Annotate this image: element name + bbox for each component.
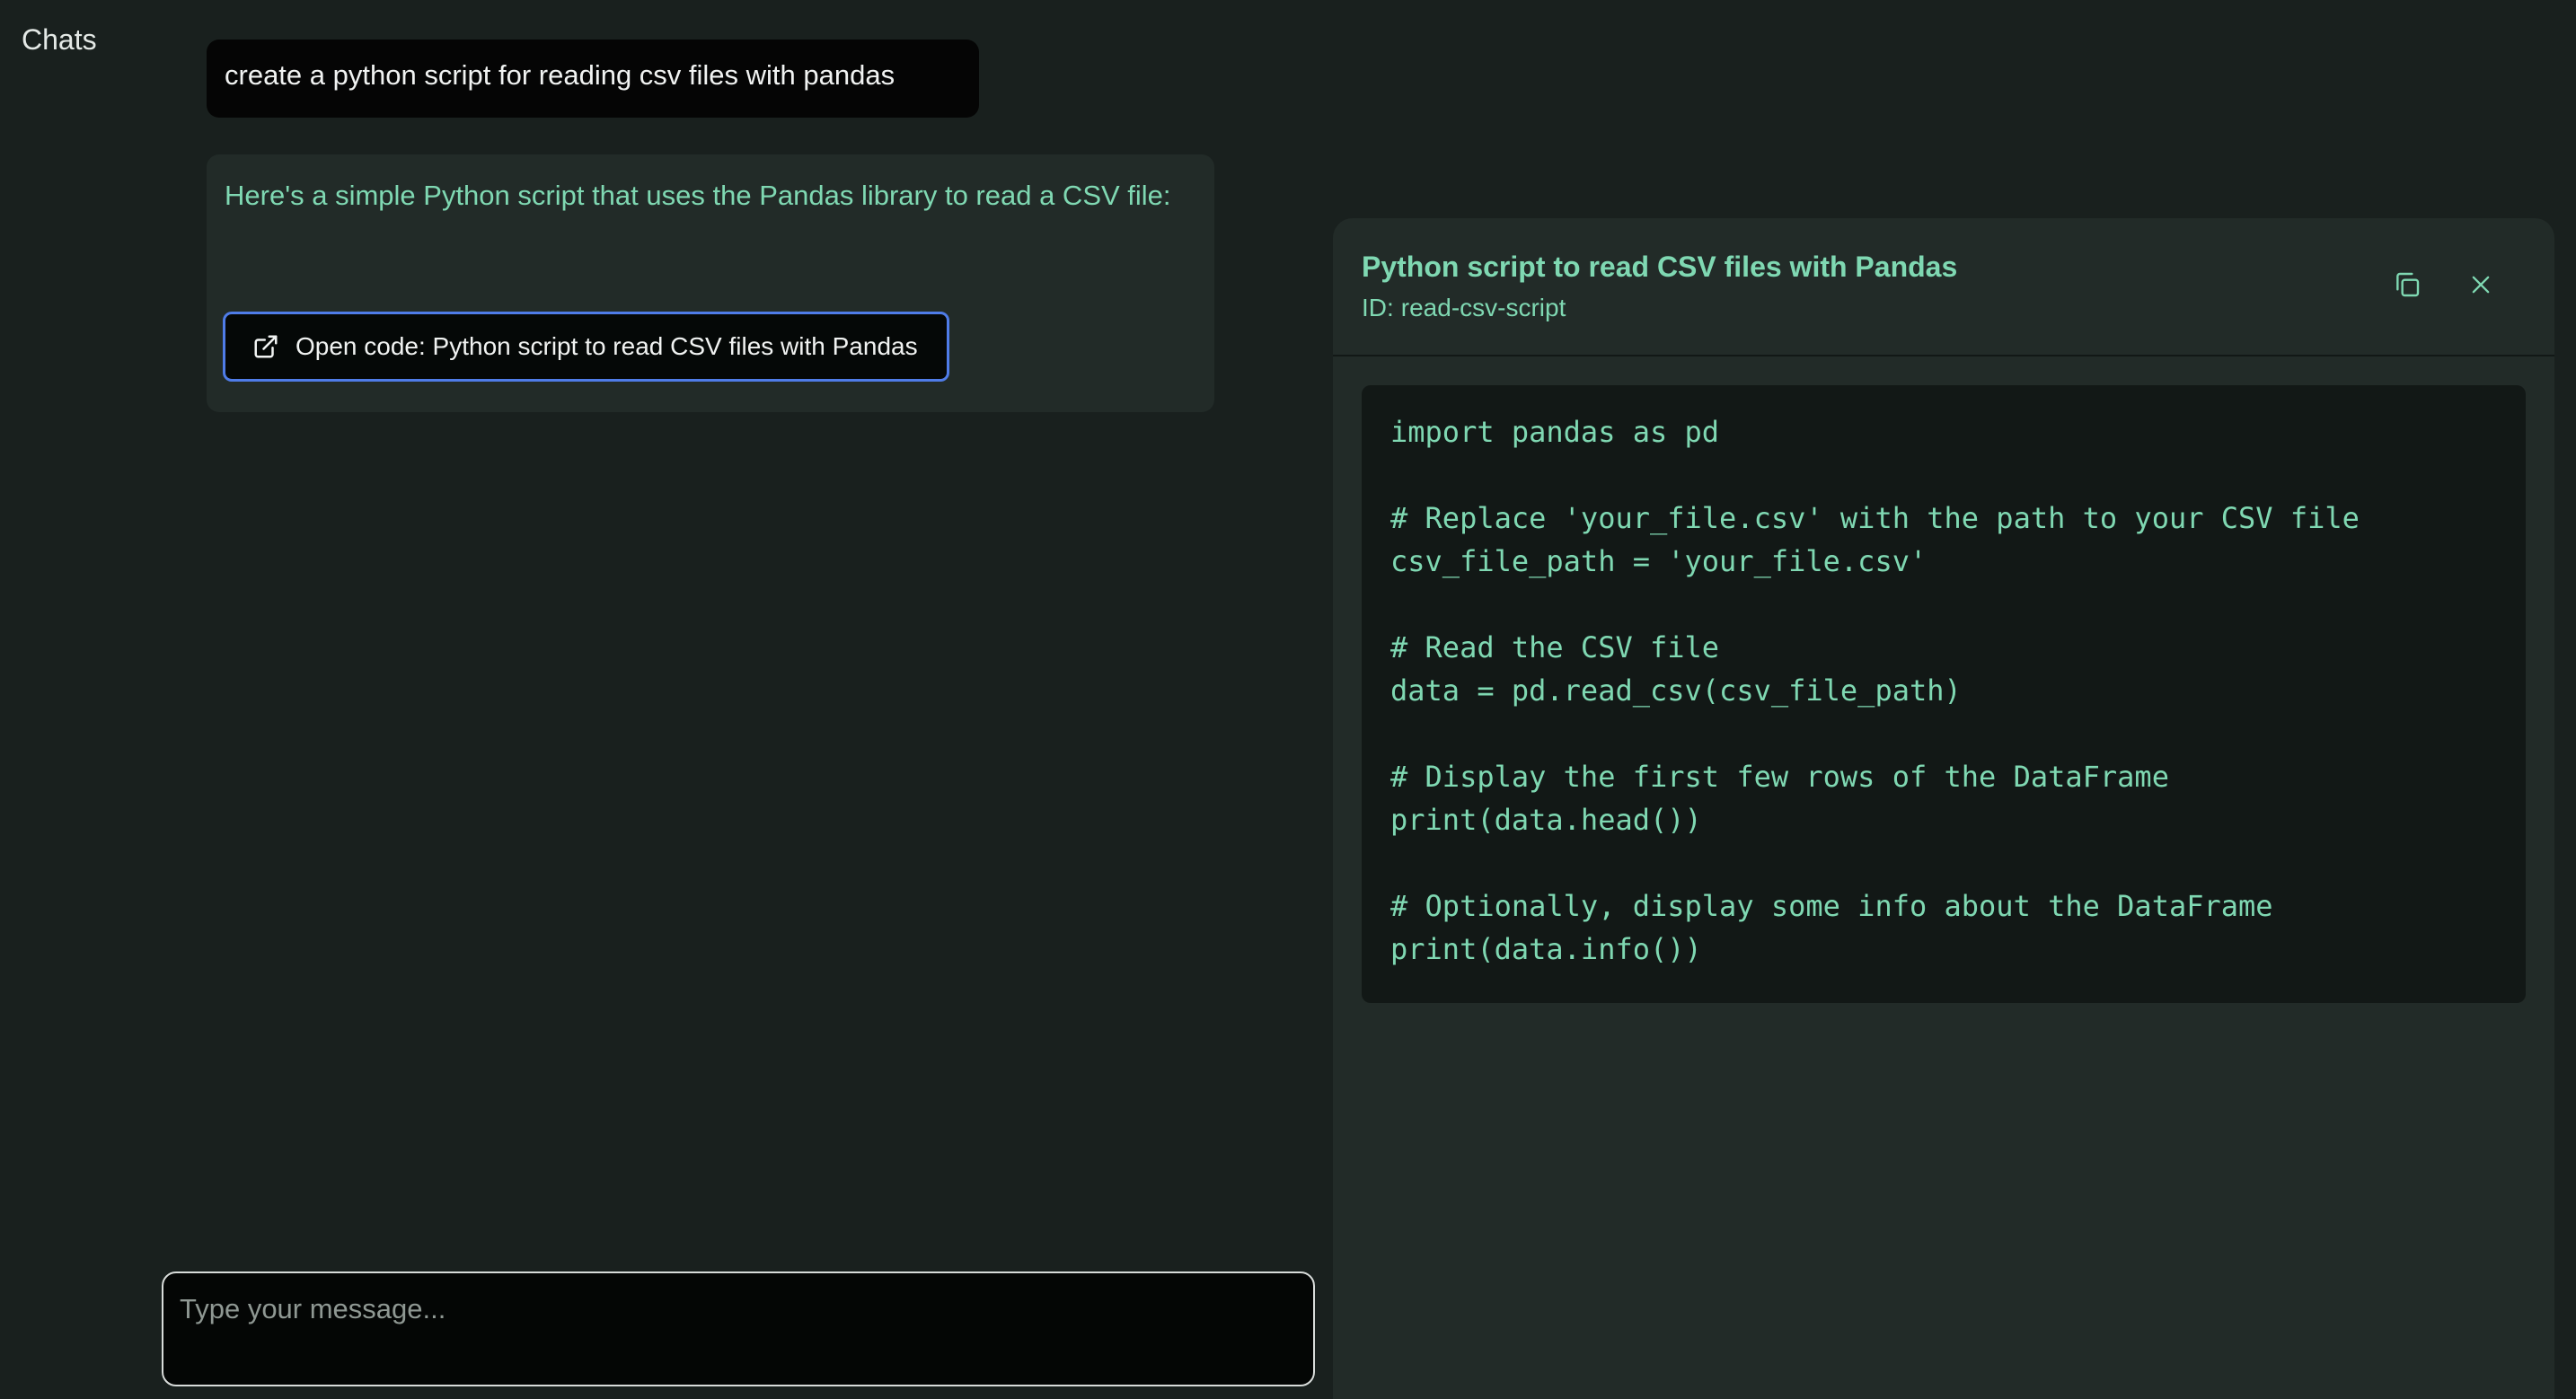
assistant-message-text: Here's a simple Python script that uses …	[225, 180, 1171, 211]
close-button[interactable]	[2461, 267, 2501, 306]
code-line: data = pd.read_csv(csv_file_path)	[1390, 673, 1962, 708]
code-panel: Python script to read CSV files with Pan…	[1333, 218, 2554, 1399]
code-line: print(data.info())	[1390, 932, 1702, 966]
code-content: import pandas as pd # Replace 'your_file…	[1390, 410, 2497, 971]
close-icon	[2468, 272, 2493, 302]
code-block[interactable]: import pandas as pd # Replace 'your_file…	[1362, 385, 2526, 1003]
copy-button[interactable]	[2387, 267, 2427, 306]
code-line: # Display the first few rows of the Data…	[1390, 760, 2169, 794]
assistant-message-bubble: Here's a simple Python script that uses …	[207, 154, 1214, 412]
code-panel-header: Python script to read CSV files with Pan…	[1333, 218, 2554, 356]
code-panel-title: Python script to read CSV files with Pan…	[1362, 251, 1958, 283]
copy-icon	[2393, 270, 2422, 304]
message-input[interactable]	[180, 1293, 1297, 1365]
app-root: Chats create a python script for reading…	[0, 0, 2576, 1399]
code-line: # Optionally, display some info about th…	[1390, 889, 2273, 923]
user-message-text: create a python script for reading csv f…	[225, 59, 895, 91]
code-line: # Replace 'your_file.csv' with the path …	[1390, 501, 2360, 535]
code-line: # Read the CSV file	[1390, 630, 1720, 664]
sidebar-title[interactable]: Chats	[22, 23, 97, 57]
user-message-bubble: create a python script for reading csv f…	[207, 40, 979, 118]
open-code-button-label: Open code: Python script to read CSV fil…	[296, 332, 918, 360]
code-line: csv_file_path = 'your_file.csv'	[1390, 544, 1928, 578]
external-link-icon	[252, 333, 279, 360]
code-panel-id-label: ID:	[1362, 294, 1394, 321]
code-line: print(data.head())	[1390, 803, 1702, 837]
code-panel-id: ID: read-csv-script	[1362, 294, 1566, 322]
code-panel-id-value: read-csv-script	[1400, 294, 1566, 321]
code-line: import pandas as pd	[1390, 415, 1720, 449]
message-composer	[162, 1271, 1315, 1386]
open-code-button[interactable]: Open code: Python script to read CSV fil…	[223, 312, 949, 382]
